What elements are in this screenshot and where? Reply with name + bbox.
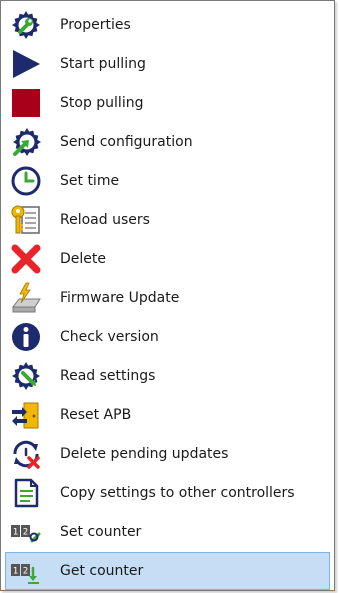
menu-item-copy-settings[interactable]: Copy settings to other controllers	[5, 474, 330, 512]
menu-item-reset-apb[interactable]: Reset APB	[5, 396, 330, 434]
gear-arrow-icon	[9, 359, 43, 393]
menu-item-label: Read settings	[60, 368, 156, 384]
svg-text:1: 1	[13, 567, 18, 577]
clock-icon	[9, 164, 43, 198]
document-copy-icon	[9, 476, 43, 510]
stop-icon	[9, 86, 43, 120]
menu-item-label: Copy settings to other controllers	[60, 485, 295, 501]
menu-item-properties[interactable]: Properties	[5, 6, 330, 44]
svg-text:2: 2	[23, 567, 28, 577]
menu-item-label: Set counter	[60, 524, 142, 540]
menu-item-delete-pending-updates[interactable]: Delete pending updates	[5, 435, 330, 473]
delete-pending-icon	[9, 437, 43, 471]
menu-item-read-settings[interactable]: Read settings	[5, 357, 330, 395]
menu-item-label: Start pulling	[60, 56, 146, 72]
counter-set-icon: 1 2	[9, 515, 43, 549]
menu-item-label: Delete	[60, 251, 106, 267]
svg-text:1: 1	[13, 528, 18, 538]
key-list-icon	[9, 203, 43, 237]
menu-item-reload-users[interactable]: Reload users	[5, 201, 330, 239]
menu-item-label: Reload users	[60, 212, 150, 228]
menu-item-label: Send configuration	[60, 134, 193, 150]
menu-item-label: Reset APB	[60, 407, 132, 423]
gear-arrow-icon	[9, 125, 43, 159]
context-menu: Properties Start pulling Stop pulling Se…	[0, 0, 335, 591]
menu-item-label: Set time	[60, 173, 120, 189]
menu-item-check-version[interactable]: Check version	[5, 318, 330, 356]
menu-item-label: Stop pulling	[60, 95, 144, 111]
menu-item-delete[interactable]: Delete	[5, 240, 330, 278]
menu-item-label: Check version	[60, 329, 159, 345]
menu-item-label: Properties	[60, 17, 131, 33]
menu-item-get-counter[interactable]: 1 2 Get counter	[5, 552, 330, 590]
svg-text:2: 2	[23, 528, 28, 538]
menu-item-set-time[interactable]: Set time	[5, 162, 330, 200]
play-icon	[9, 47, 43, 81]
gear-wrench-icon	[9, 8, 43, 42]
info-icon	[9, 320, 43, 354]
menu-item-stop-pulling[interactable]: Stop pulling	[5, 84, 330, 122]
firmware-update-icon	[9, 281, 43, 315]
menu-item-send-configuration[interactable]: Send configuration	[5, 123, 330, 161]
menu-item-start-pulling[interactable]: Start pulling	[5, 45, 330, 83]
counter-get-icon: 1 2	[9, 554, 43, 588]
menu-item-label: Firmware Update	[60, 290, 180, 306]
menu-item-label: Get counter	[60, 563, 144, 579]
menu-item-firmware-update[interactable]: Firmware Update	[5, 279, 330, 317]
reset-apb-icon	[9, 398, 43, 432]
menu-item-label: Delete pending updates	[60, 446, 229, 462]
menu-item-set-counter[interactable]: 1 2 Set counter	[5, 513, 330, 551]
red-x-icon	[9, 242, 43, 276]
